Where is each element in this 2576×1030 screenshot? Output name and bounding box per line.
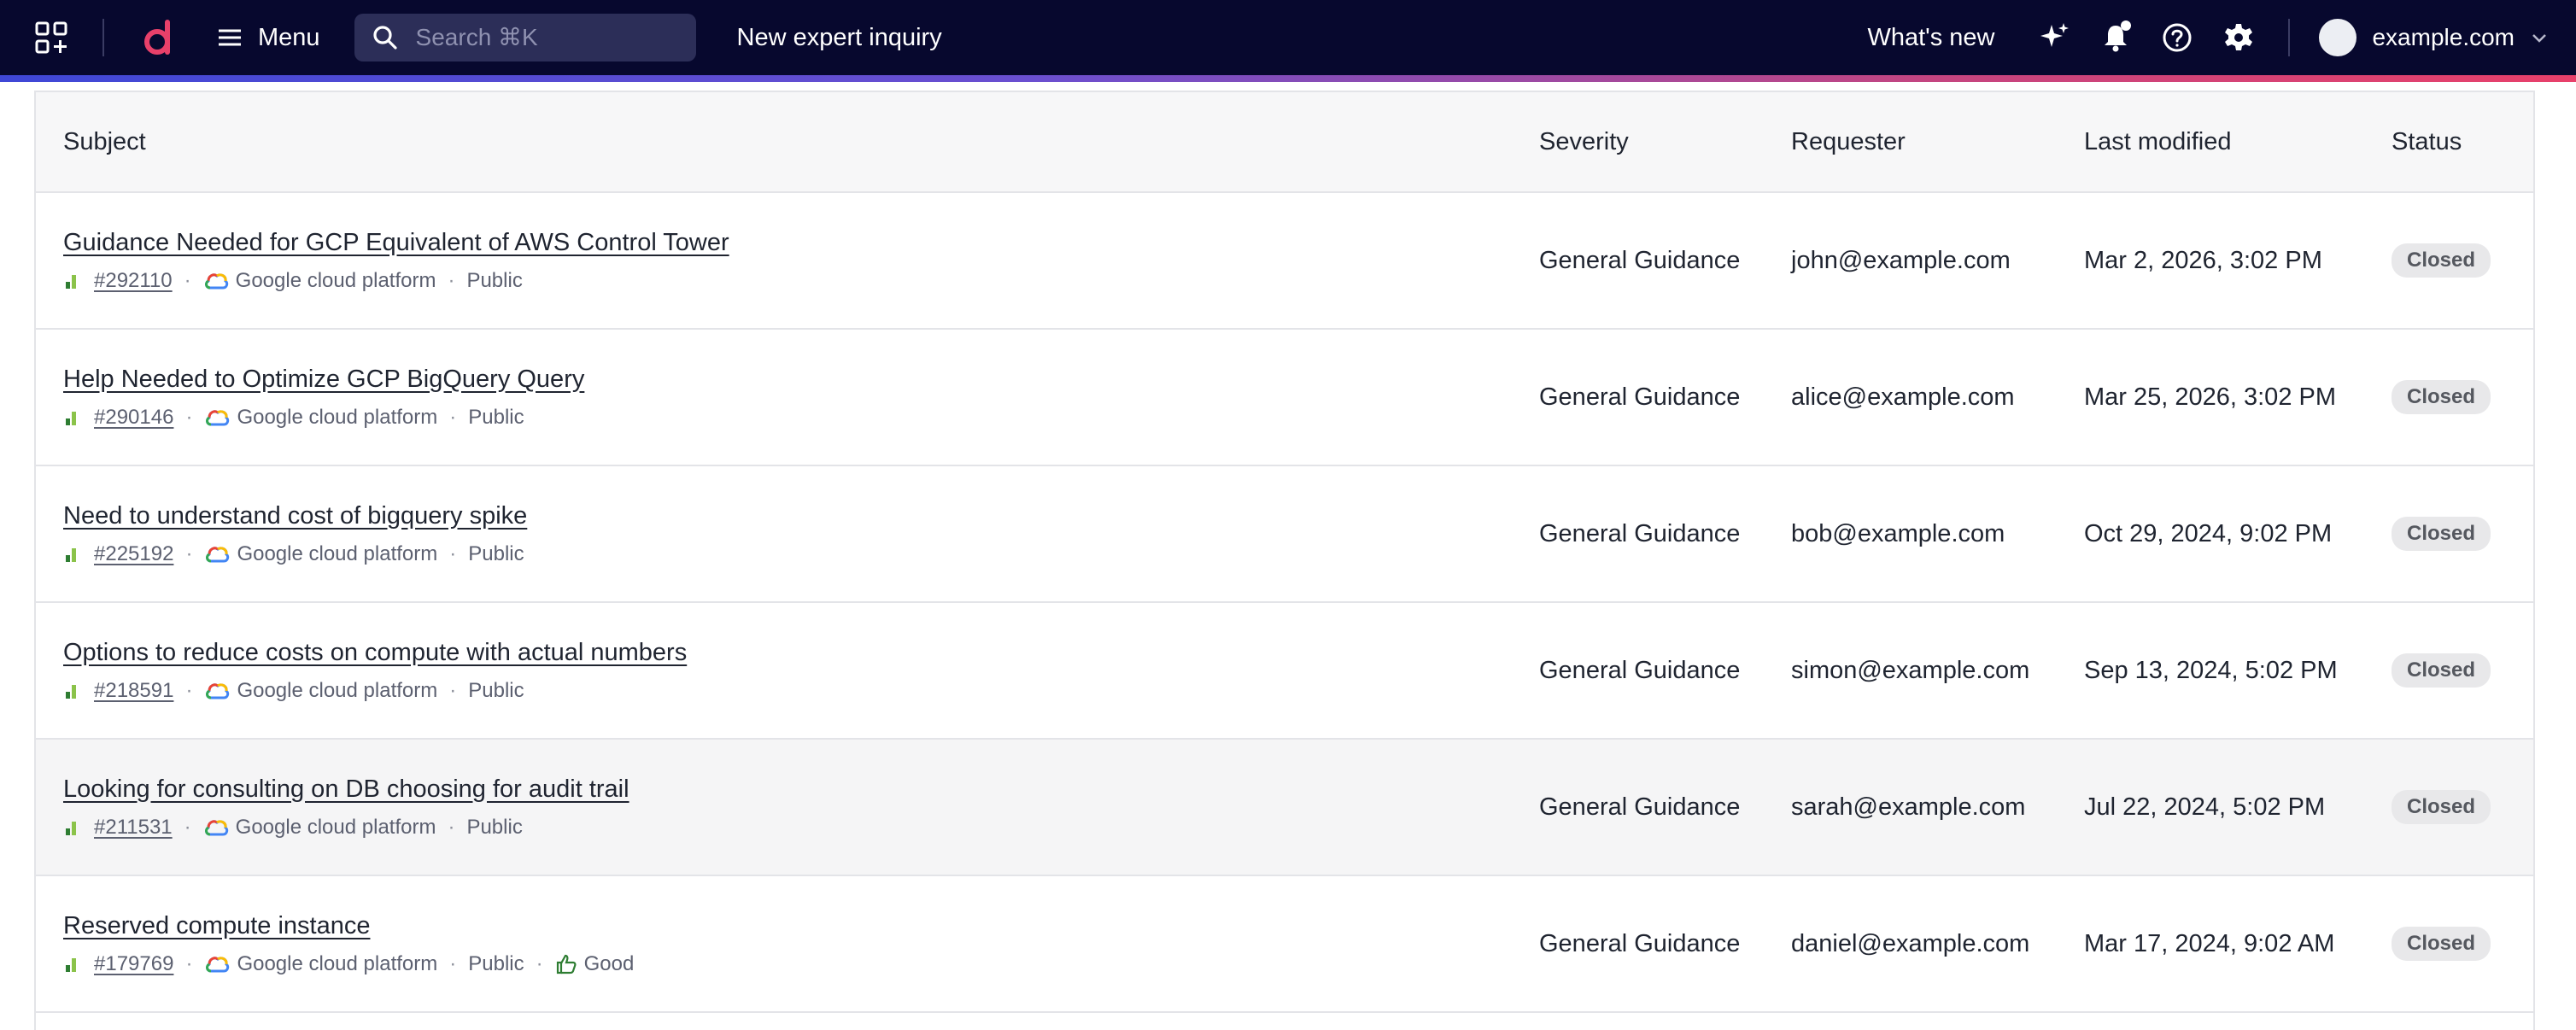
- visibility-label: Public: [466, 815, 523, 839]
- platform-label: Google cloud platform: [237, 405, 438, 429]
- requester-cell: john@example.com: [1791, 246, 2011, 274]
- header-last-modified[interactable]: Last modified: [2084, 128, 2392, 156]
- inquiry-title-link[interactable]: Need to understand cost of bigquery spik…: [63, 502, 1539, 530]
- severity-bars-icon: [66, 274, 76, 289]
- platform-label: Google cloud platform: [235, 268, 436, 292]
- platform-label: Google cloud platform: [237, 951, 438, 975]
- table-row[interactable]: Help Needed to Optimize GCP BigQuery Que…: [36, 330, 2533, 466]
- status-badge: Closed: [2392, 517, 2491, 551]
- last-modified-cell: Sep 13, 2024, 5:02 PM: [2084, 656, 2338, 684]
- last-modified-cell: Mar 2, 2026, 3:02 PM: [2084, 246, 2322, 274]
- table-row[interactable]: Need to understand cost of bigquery spik…: [36, 466, 2533, 603]
- ticket-number-link[interactable]: #218591: [94, 679, 173, 703]
- inquiry-title-link[interactable]: Guidance Needed for GCP Equivalent of AW…: [63, 229, 1539, 257]
- header-status[interactable]: Status: [2392, 128, 2533, 156]
- ticket-number-link[interactable]: #225192: [94, 542, 173, 566]
- rating-label: Good: [583, 951, 635, 975]
- inquiry-title-link[interactable]: Reserved compute instance: [63, 912, 1539, 940]
- header-requester[interactable]: Requester: [1791, 128, 2084, 156]
- severity-bars-icon: [66, 957, 76, 972]
- ticket-number-link[interactable]: #179769: [94, 952, 173, 976]
- table-row[interactable]: Reserved compute instance #179769 · Goog…: [36, 876, 2533, 1013]
- ticket-number-link[interactable]: #290146: [94, 406, 173, 430]
- thumbs-up-icon: [556, 954, 577, 974]
- severity-bars-icon: [66, 821, 76, 835]
- header-severity[interactable]: Severity: [1539, 128, 1791, 156]
- account-menu[interactable]: example.com: [2319, 19, 2550, 56]
- search-box[interactable]: [354, 14, 726, 61]
- last-modified-cell: Mar 25, 2026, 3:02 PM: [2084, 383, 2336, 411]
- visibility-label: Public: [468, 541, 524, 565]
- requester-cell: alice@example.com: [1791, 383, 2015, 411]
- google-cloud-icon: [204, 819, 228, 835]
- visibility-label: Public: [468, 678, 524, 702]
- inquiry-title-link[interactable]: Help Needed to Optimize GCP BigQuery Que…: [63, 366, 1539, 394]
- ticket-number-link[interactable]: #292110: [94, 269, 173, 293]
- status-badge: Closed: [2392, 653, 2491, 688]
- inquiry-title-link[interactable]: Looking for consulting on DB choosing fo…: [63, 775, 1539, 804]
- help-icon[interactable]: [2158, 19, 2196, 56]
- last-modified-cell: Oct 29, 2024, 9:02 PM: [2084, 519, 2333, 547]
- ai-sparkle-icon[interactable]: [2035, 19, 2073, 56]
- status-badge: Closed: [2392, 380, 2491, 414]
- status-badge: Closed: [2392, 790, 2491, 824]
- table-row[interactable]: Looking for consulting on DB choosing fo…: [36, 740, 2533, 876]
- google-cloud-icon: [206, 546, 230, 562]
- severity-cell: General Guidance: [1539, 929, 1741, 957]
- status-badge: Closed: [2392, 927, 2491, 961]
- requester-cell: bob@example.com: [1791, 519, 2005, 547]
- inquiries-table: Subject Severity Requester Last modified…: [34, 91, 2535, 1030]
- search-icon: [372, 26, 397, 50]
- new-expert-inquiry-link[interactable]: New expert inquiry: [737, 24, 942, 52]
- table-row[interactable]: Options to reduce costs on compute with …: [36, 603, 2533, 740]
- hamburger-icon: [219, 29, 241, 46]
- brand-logo-icon[interactable]: [138, 15, 183, 60]
- severity-bars-icon: [66, 684, 76, 699]
- google-cloud-icon: [206, 682, 230, 699]
- table-header: Subject Severity Requester Last modified…: [36, 92, 2533, 193]
- google-cloud-icon: [204, 272, 228, 289]
- last-modified-cell: Mar 17, 2024, 9:02 AM: [2084, 929, 2335, 957]
- table-row[interactable]: Guidance Needed for GCP Equivalent of AW…: [36, 193, 2533, 330]
- severity-cell: General Guidance: [1539, 793, 1741, 821]
- whats-new-link[interactable]: What's new: [1868, 24, 1995, 52]
- last-modified-cell: Jul 22, 2024, 5:02 PM: [2084, 793, 2326, 821]
- visibility-label: Public: [468, 951, 524, 975]
- top-nav: Menu New expert inquiry What's new: [0, 0, 2576, 75]
- apps-grid-icon[interactable]: [34, 20, 68, 55]
- search-input[interactable]: [413, 23, 726, 52]
- visibility-label: Public: [466, 268, 523, 292]
- requester-cell: sarah@example.com: [1791, 793, 2026, 821]
- nav-divider: [2288, 19, 2291, 56]
- chevron-down-icon: [2532, 34, 2546, 43]
- requester-cell: simon@example.com: [1791, 656, 2030, 684]
- account-name: example.com: [2372, 24, 2515, 50]
- header-subject[interactable]: Subject: [36, 128, 1539, 156]
- severity-cell: General Guidance: [1539, 383, 1741, 411]
- ticket-number-link[interactable]: #211531: [94, 816, 173, 840]
- severity-cell: General Guidance: [1539, 656, 1741, 684]
- severity-bars-icon: [66, 411, 76, 425]
- avatar: [2319, 19, 2357, 56]
- google-cloud-icon: [206, 956, 230, 972]
- settings-gear-icon[interactable]: [2220, 19, 2257, 56]
- platform-label: Google cloud platform: [235, 815, 436, 839]
- notifications-bell-icon[interactable]: [2097, 19, 2134, 56]
- inquiry-title-link[interactable]: Options to reduce costs on compute with …: [63, 639, 1539, 667]
- platform-label: Google cloud platform: [237, 678, 438, 702]
- severity-bars-icon: [66, 547, 76, 562]
- nav-divider: [102, 19, 104, 56]
- google-cloud-icon: [206, 409, 230, 425]
- severity-cell: General Guidance: [1539, 519, 1741, 547]
- platform-label: Google cloud platform: [237, 541, 438, 565]
- menu-label: Menu: [258, 23, 320, 51]
- requester-cell: daniel@example.com: [1791, 929, 2030, 957]
- accent-gradient-bar: [0, 75, 2576, 82]
- menu-button[interactable]: Menu: [215, 23, 320, 52]
- visibility-label: Public: [468, 405, 524, 429]
- severity-cell: General Guidance: [1539, 246, 1741, 274]
- status-badge: Closed: [2392, 243, 2491, 278]
